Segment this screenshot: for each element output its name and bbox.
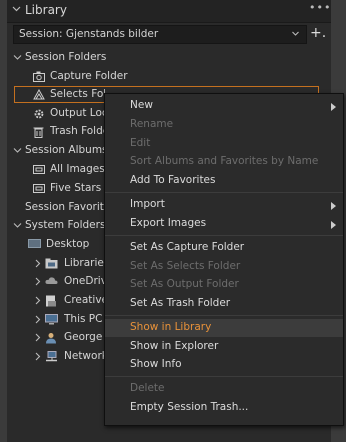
menu-item-sort-albums[interactable]: Sort Albums and Favorites by Name bbox=[105, 153, 343, 171]
menu-item-show-info[interactable]: Show Info bbox=[105, 356, 343, 374]
tree-item-label: Creative Cloud Files bbox=[64, 294, 105, 306]
tree-item-user-george[interactable]: George A bbox=[7, 329, 105, 347]
gear-icon bbox=[33, 108, 45, 123]
tree-item-label: Libraries bbox=[64, 257, 105, 269]
chevron-right-icon[interactable] bbox=[34, 315, 41, 327]
album-icon bbox=[33, 183, 45, 197]
tree-item-trash-folder[interactable]: Trash Folder bbox=[7, 123, 105, 141]
menu-item-edit[interactable]: Edit bbox=[105, 135, 343, 153]
library-header[interactable]: Library ••• bbox=[7, 0, 331, 23]
menu-item-show-in-explorer[interactable]: Show in Explorer bbox=[105, 338, 343, 356]
chevron-right-icon[interactable] bbox=[34, 333, 41, 345]
user-folder-icon bbox=[45, 332, 57, 347]
session-dropdown[interactable]: Session: Gjenstands bilder bbox=[13, 25, 307, 44]
menu-item-import[interactable]: Import bbox=[105, 196, 343, 214]
session-dropdown-label: Session: Gjenstands bilder bbox=[19, 28, 159, 40]
tree-item-label: Output Location bbox=[50, 107, 105, 119]
context-menu: New Rename Edit Sort Albums and Favorite… bbox=[104, 93, 344, 426]
tree-item-libraries[interactable]: Libraries bbox=[7, 255, 105, 273]
tree-item-creative-cloud[interactable]: Creative Cloud Files bbox=[7, 292, 105, 310]
tree-item-desktop[interactable]: Desktop bbox=[7, 236, 105, 254]
add-session-button[interactable]: +. bbox=[310, 25, 326, 41]
left-gutter bbox=[0, 0, 7, 442]
tree-item-label: Network bbox=[64, 350, 105, 362]
tree-item-label: All Images bbox=[50, 163, 105, 175]
more-options-icon[interactable]: ••• bbox=[309, 1, 331, 14]
menu-item-rename[interactable]: Rename bbox=[105, 116, 343, 134]
menu-item-set-trash-folder[interactable]: Set As Trash Folder bbox=[105, 295, 343, 313]
album-icon bbox=[33, 164, 45, 178]
chevron-down-icon[interactable] bbox=[13, 146, 22, 158]
section-title: Session Folders bbox=[25, 51, 107, 63]
tree-item-label: George A bbox=[64, 331, 105, 343]
section-system-folders[interactable]: System Folders bbox=[7, 217, 105, 235]
submenu-arrow-icon bbox=[331, 102, 336, 114]
tree-item-capture-folder[interactable]: Capture Folder bbox=[7, 68, 207, 86]
menu-item-show-in-library[interactable]: Show in Library bbox=[105, 319, 343, 337]
chevron-down-icon[interactable] bbox=[13, 53, 22, 65]
tree-item-label: Trash Folder bbox=[50, 125, 105, 137]
menu-item-export-images[interactable]: Export Images bbox=[105, 215, 343, 233]
menu-item-add-to-favorites[interactable]: Add To Favorites bbox=[105, 172, 343, 190]
menu-separator bbox=[105, 315, 343, 316]
menu-separator bbox=[105, 235, 343, 236]
chevron-down-icon[interactable] bbox=[12, 4, 21, 16]
tree-item-output-location[interactable]: Output Location bbox=[7, 105, 105, 123]
document-folder-icon bbox=[45, 295, 57, 310]
chevron-down-icon[interactable] bbox=[13, 221, 22, 233]
tree-item-this-pc[interactable]: This PC bbox=[7, 311, 105, 329]
chevron-right-icon[interactable] bbox=[34, 296, 41, 308]
tree-item-network[interactable]: Network bbox=[7, 348, 105, 366]
menu-separator bbox=[105, 376, 343, 377]
network-icon bbox=[45, 351, 58, 366]
panel-title: Library bbox=[25, 3, 67, 17]
tree-item-all-images[interactable]: All Images bbox=[7, 161, 105, 179]
tree-item-five-stars[interactable]: Five Stars bbox=[7, 180, 105, 198]
tree-item-label: This PC bbox=[64, 313, 103, 325]
trash-icon bbox=[33, 126, 44, 141]
section-session-favorites[interactable]: Session Favorites bbox=[7, 199, 105, 217]
chevron-right-icon[interactable] bbox=[34, 277, 41, 289]
menu-item-set-output-folder[interactable]: Set As Output Folder bbox=[105, 276, 343, 294]
menu-item-empty-session-trash[interactable]: Empty Session Trash... bbox=[105, 399, 343, 417]
menu-separator bbox=[105, 192, 343, 193]
tree-item-label: Capture Folder bbox=[50, 70, 128, 82]
camera-icon bbox=[33, 71, 45, 85]
section-title: Session Favorites bbox=[25, 201, 105, 213]
tree-item-label: Five Stars bbox=[50, 182, 102, 194]
submenu-arrow-icon bbox=[331, 220, 336, 232]
chevron-down-icon bbox=[291, 29, 300, 41]
desktop-icon bbox=[28, 239, 41, 252]
tree-item-onedrive[interactable]: OneDrive bbox=[7, 273, 105, 291]
submenu-arrow-icon bbox=[331, 201, 336, 213]
chevron-right-icon[interactable] bbox=[34, 259, 41, 271]
menu-item-set-capture-folder[interactable]: Set As Capture Folder bbox=[105, 239, 343, 257]
menu-item-new[interactable]: New bbox=[105, 97, 343, 115]
menu-item-set-selects-folder[interactable]: Set As Selects Folder bbox=[105, 258, 343, 276]
session-row: Session: Gjenstands bilder +. bbox=[7, 22, 331, 46]
tree-item-selects-folder[interactable]: Selects Folder bbox=[7, 86, 105, 104]
selects-folder-icon bbox=[33, 88, 45, 103]
menu-item-delete[interactable]: Delete bbox=[105, 380, 343, 398]
tree-item-label: OneDrive bbox=[64, 275, 105, 287]
section-title: Session Albums bbox=[25, 144, 105, 156]
computer-icon bbox=[45, 314, 58, 328]
tree-item-label: Desktop bbox=[46, 238, 90, 250]
section-title: System Folders bbox=[25, 219, 105, 231]
libraries-icon bbox=[45, 258, 58, 272]
cloud-icon bbox=[45, 276, 58, 288]
section-session-folders[interactable]: Session Folders bbox=[7, 49, 331, 67]
section-session-albums[interactable]: Session Albums bbox=[7, 142, 105, 160]
tree-item-label: Selects Folder bbox=[50, 88, 105, 100]
chevron-right-icon[interactable] bbox=[34, 352, 41, 364]
